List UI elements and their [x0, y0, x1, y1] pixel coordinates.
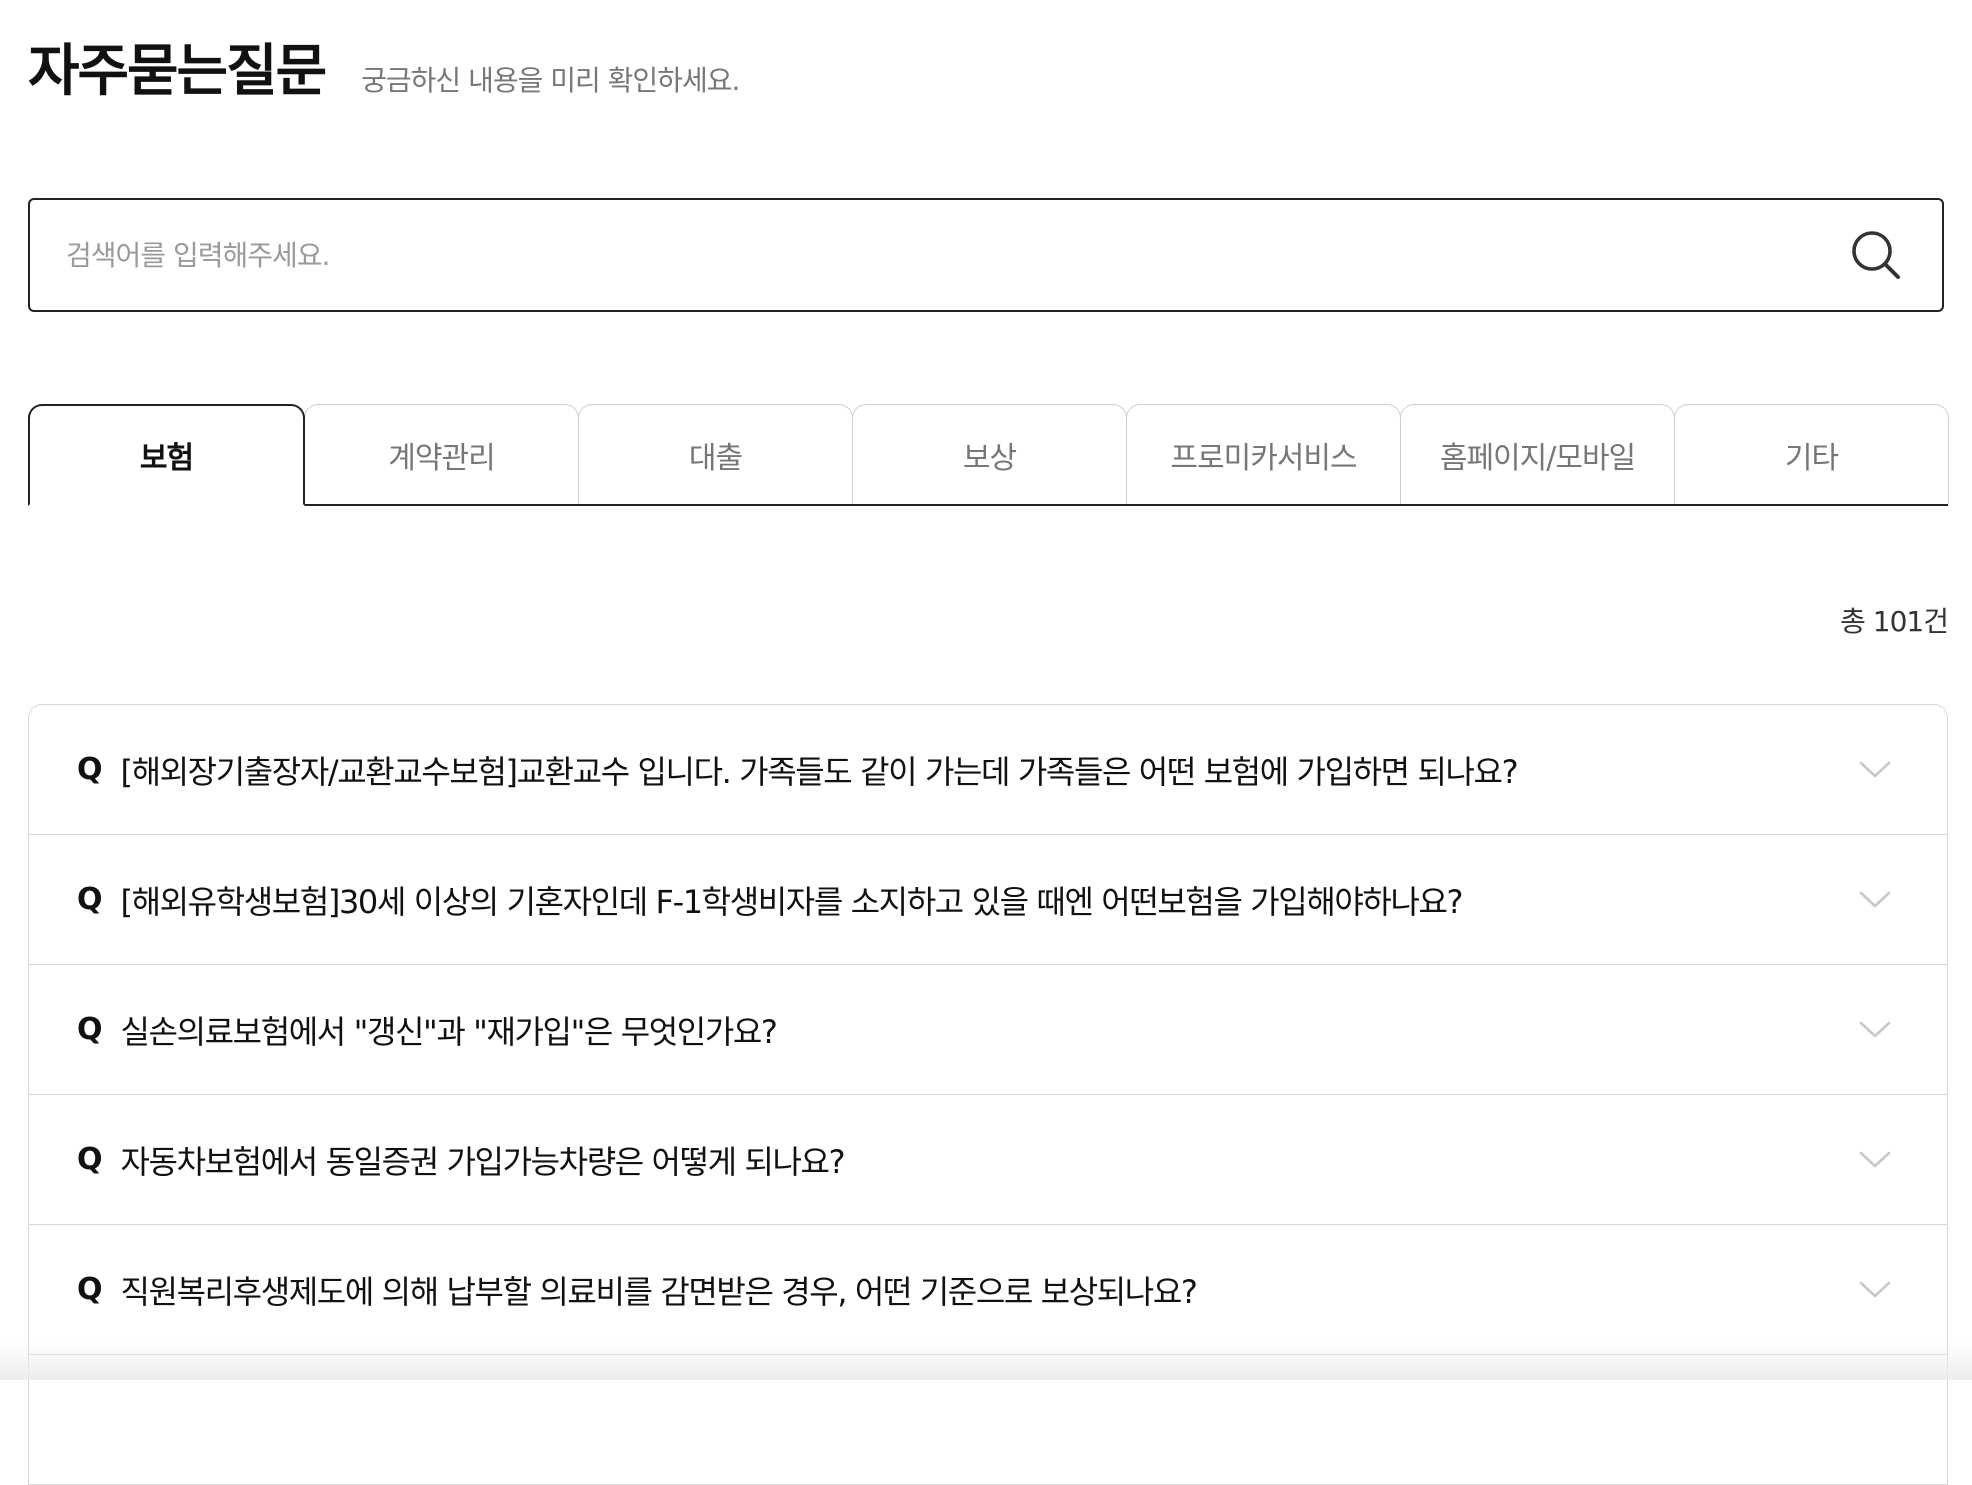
- category-tabs: 보험 계약관리 대출 보상 프로미카서비스 홈페이지/모바일 기타: [28, 404, 1949, 506]
- search-box: [28, 198, 1944, 312]
- question-prefix: Q: [77, 1012, 103, 1047]
- tab-contract-management[interactable]: 계약관리: [304, 404, 579, 504]
- page-title: 자주묻는질문: [28, 39, 327, 104]
- question-prefix: Q: [77, 1142, 103, 1177]
- question-prefix: Q: [77, 752, 103, 787]
- faq-item[interactable]: Q 자동차보험에서 동일증권 가입가능차량은 어떻게 되나요?: [29, 1095, 1947, 1225]
- search-input[interactable]: [30, 200, 1840, 310]
- total-count: 총 101건: [1840, 605, 1949, 638]
- question-prefix: Q: [77, 1272, 103, 1307]
- tab-compensation[interactable]: 보상: [852, 404, 1127, 504]
- search-button[interactable]: [1840, 219, 1912, 291]
- tab-insurance[interactable]: 보험: [28, 404, 305, 506]
- tab-etc[interactable]: 기타: [1674, 404, 1949, 504]
- search-icon: [1852, 231, 1900, 279]
- chevron-down-icon[interactable]: [1855, 880, 1895, 920]
- faq-item-partial[interactable]: [29, 1355, 1947, 1485]
- faq-list: Q [해외장기출장자/교환교수보험]교환교수 입니다. 가족들도 같이 가는데 …: [28, 704, 1948, 1485]
- faq-item[interactable]: Q 실손의료보험에서 "갱신"과 "재가입"은 무엇인가요?: [29, 965, 1947, 1095]
- tab-loan[interactable]: 대출: [578, 404, 853, 504]
- tab-promi-car-service[interactable]: 프로미카서비스: [1126, 404, 1401, 504]
- faq-item[interactable]: Q 직원복리후생제도에 의해 납부할 의료비를 감면받은 경우, 어떤 기준으로…: [29, 1225, 1947, 1355]
- chevron-down-icon[interactable]: [1855, 1140, 1895, 1180]
- chevron-down-icon[interactable]: [1855, 750, 1895, 790]
- faq-question: 직원복리후생제도에 의해 납부할 의료비를 감면받은 경우, 어떤 기준으로 보…: [120, 1272, 1198, 1311]
- faq-question: 실손의료보험에서 "갱신"과 "재가입"은 무엇인가요?: [120, 1012, 778, 1051]
- chevron-down-icon[interactable]: [1855, 1270, 1895, 1310]
- question-prefix: Q: [77, 882, 103, 917]
- page-header: 자주묻는질문 궁금하신 내용을 미리 확인하세요.: [28, 38, 740, 105]
- faq-item[interactable]: Q [해외장기출장자/교환교수보험]교환교수 입니다. 가족들도 같이 가는데 …: [29, 705, 1947, 835]
- faq-question: 자동차보험에서 동일증권 가입가능차량은 어떻게 되나요?: [120, 1142, 846, 1181]
- chevron-down-icon[interactable]: [1855, 1010, 1895, 1050]
- faq-page: 자주묻는질문 궁금하신 내용을 미리 확인하세요. 보험 계약관리 대출 보상 …: [28, 0, 1949, 1485]
- page-subtitle: 궁금하신 내용을 미리 확인하세요.: [361, 64, 740, 97]
- faq-question: [해외장기출장자/교환교수보험]교환교수 입니다. 가족들도 같이 가는데 가족…: [120, 752, 1519, 791]
- faq-question: [해외유학생보험]30세 이상의 기혼자인데 F-1학생비자를 소지하고 있을 …: [120, 882, 1464, 921]
- faq-item[interactable]: Q [해외유학생보험]30세 이상의 기혼자인데 F-1학생비자를 소지하고 있…: [29, 835, 1947, 965]
- tab-homepage-mobile[interactable]: 홈페이지/모바일: [1400, 404, 1675, 504]
